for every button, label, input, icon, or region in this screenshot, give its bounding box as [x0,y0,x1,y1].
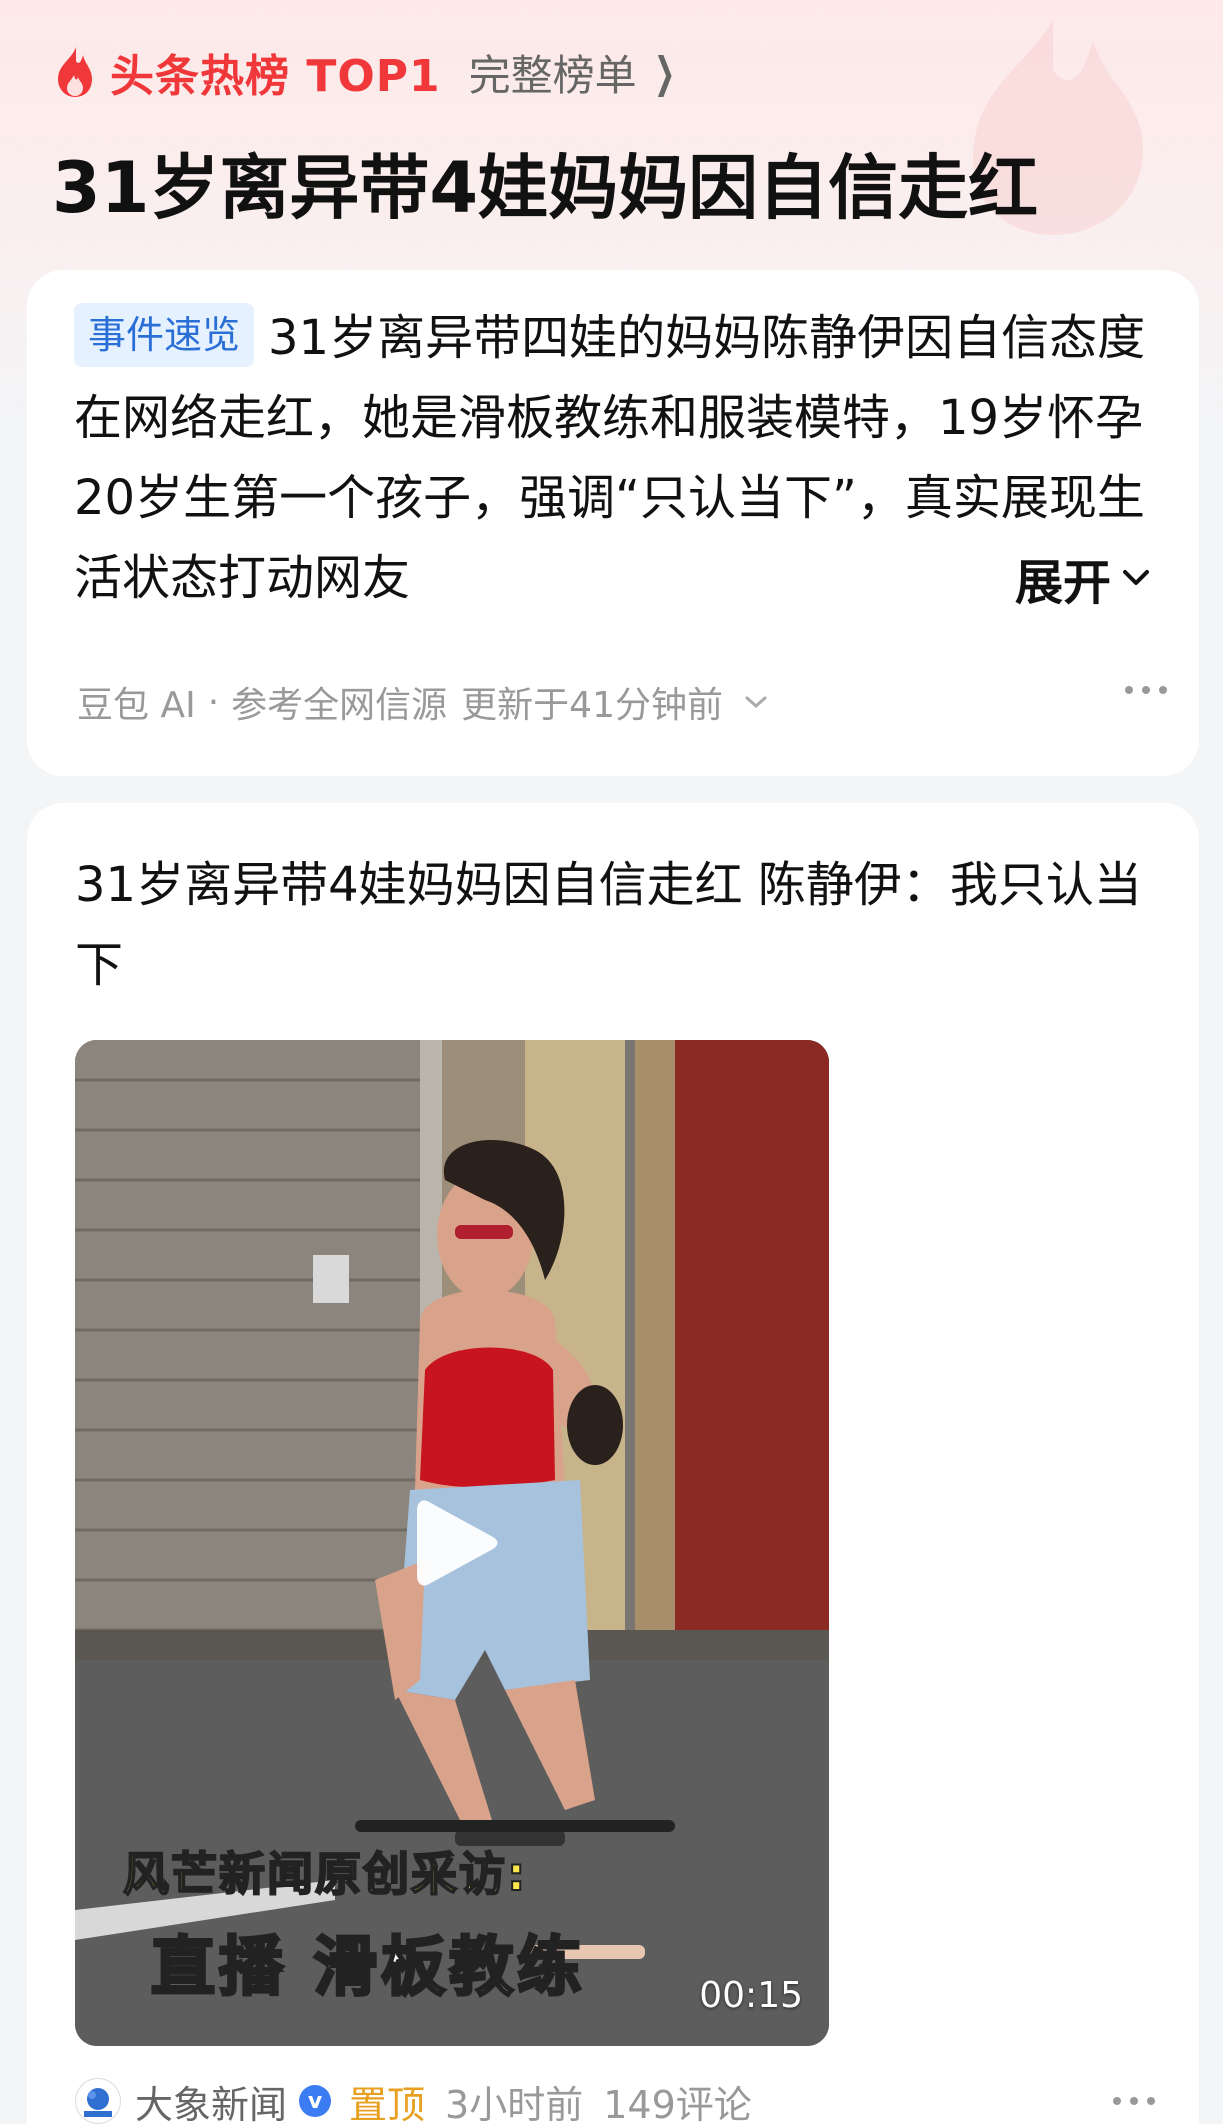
event-summary-card: 事件速览 31岁离异带四娃的妈妈陈静伊因自信态度在网络走红，她是滑板教练和服装模特… [27,270,1199,776]
article-card[interactable]: 31岁离异带4娃妈妈因自信走红 陈静伊：我只认当下 风芒新闻原创采访: 直播 滑… [27,803,1199,2124]
expand-label: 展开 [1014,555,1111,611]
video-caption-line1: 风芒新闻原创采访: [122,1846,528,1902]
article-meta-row: 大象新闻 v 置顶 3小时前 149评论 [75,2073,1155,2124]
hot-list-header: 头条热榜 TOP1 完整榜单 ❯ 31岁离异带4娃妈妈因自信走红 [0,0,1223,270]
chevron-down-icon [1123,570,1149,585]
more-options-icon[interactable] [1113,2097,1155,2105]
publisher-avatar[interactable] [75,2078,121,2124]
video-thumbnail[interactable]: 风芒新闻原创采访: 直播 滑板教练 00:15 [75,1040,829,2046]
source-note: 参考全网信源 [231,685,448,726]
publish-time: 3小时前 [445,2082,584,2124]
article-title[interactable]: 31岁离异带4娃妈妈因自信走红 陈静伊：我只认当下 [75,845,1155,1005]
flame-icon [58,47,92,97]
separator-dot: · [207,681,220,723]
source-name: 豆包 AI [77,685,196,726]
expand-button[interactable]: 展开 [954,538,1151,618]
chevron-right-icon[interactable]: ❯ [654,48,675,97]
verified-badge-icon: v [299,2085,332,2117]
chevron-down-icon[interactable] [743,694,769,710]
comment-count[interactable]: 149评论 [603,2074,752,2124]
publisher-name[interactable]: 大象新闻 [135,2074,287,2124]
event-summary-tag: 事件速览 [74,303,255,367]
elephant-logo-icon [84,2088,112,2117]
source-row: 豆包 AI · 参考全网信源 更新于41分钟前 [77,674,1167,730]
more-options-icon[interactable] [1125,686,1167,694]
full-list-link[interactable]: 完整榜单 [469,42,637,103]
hot-rank-label: 头条热榜 TOP1 [110,51,441,102]
video-duration: 00:15 [699,1975,803,2016]
hot-list-row[interactable]: 头条热榜 TOP1 完整榜单 ❯ [52,42,682,102]
play-icon[interactable] [415,1494,499,1592]
updated-time: 更新于41分钟前 [461,685,723,726]
video-caption-line2: 直播 滑板教练 [149,1930,586,2007]
pinned-badge: 置顶 [349,2082,426,2124]
page-title: 31岁离异带4娃妈妈因自信走红 [52,147,1039,229]
